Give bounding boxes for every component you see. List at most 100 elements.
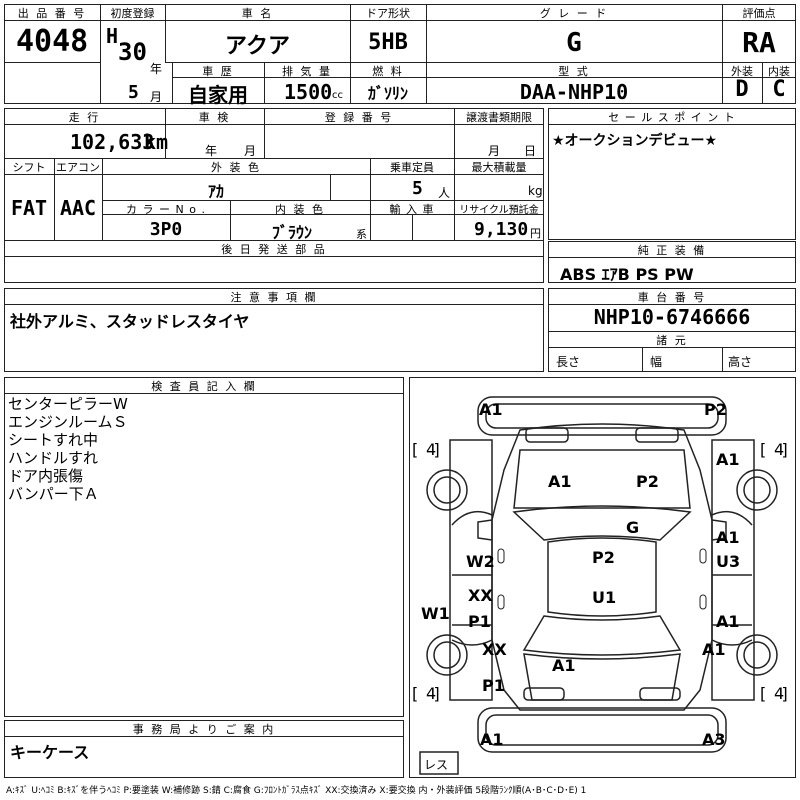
- inspector-line: センターピラーW: [8, 395, 128, 413]
- dmg-roof: P2: [592, 548, 615, 567]
- capacity-unit: 人: [438, 186, 451, 200]
- door-type: 5HB: [368, 30, 408, 55]
- grade: G: [566, 28, 582, 58]
- spec-height: 高さ: [728, 355, 753, 369]
- shift-label: シフト: [12, 161, 46, 174]
- dmg-left-quarter-lower: P1: [482, 676, 505, 695]
- inspection-label: 車 検: [198, 111, 231, 124]
- ext-color: ｱｶ: [207, 182, 224, 201]
- int-color: ﾌﾞﾗｳﾝ: [271, 223, 312, 242]
- later-parts-label: 後 日 発 送 部 品: [221, 243, 327, 256]
- displacement: 1500: [284, 80, 333, 104]
- car-diagram: [419, 396, 778, 775]
- fuel-label: 燃 料: [372, 65, 404, 78]
- mileage-unit: km: [144, 130, 169, 154]
- model-label: 型 式: [558, 65, 590, 78]
- inspector-label: 検 査 員 記 入 欄: [151, 380, 257, 393]
- recycle: 9,130: [474, 219, 529, 240]
- shift: FAT: [10, 196, 48, 220]
- int-color-label: 内 装 色: [275, 203, 325, 216]
- aircon-label: エアコン: [56, 161, 100, 174]
- reg-year: 30: [118, 38, 147, 66]
- inspector-line: エンジンルームＳ: [8, 413, 128, 431]
- ext-score: D: [735, 77, 749, 102]
- door-label: ドア形状: [366, 7, 410, 20]
- dmg-right-rear-door: A1: [716, 612, 740, 631]
- spare-tire: レス: [424, 758, 449, 772]
- lot-number: 4048: [16, 24, 89, 59]
- displacement-label: 排 気 量: [282, 65, 332, 78]
- office-note: キーケース: [10, 743, 90, 762]
- dmg-rear-left: A1: [480, 730, 504, 749]
- dmg-right-front-door-upper: A1: [716, 528, 740, 547]
- color-no: 3P0: [149, 219, 183, 240]
- dmg-windshield: G: [626, 518, 640, 537]
- lot-label: 出 品 番 号: [17, 7, 87, 20]
- sales-point: ★オークションデビュー★: [552, 133, 718, 149]
- reg-month: 5: [128, 82, 139, 103]
- mileage-label: 走 行: [68, 111, 101, 124]
- inspector-line: シートすれ中: [8, 431, 99, 449]
- legend: A:ｷｽﾞ U:ﾍｺﾐ B:ｷｽﾞを伴うﾍｺﾐ P:要塗装 W:補修跡 S:錆 …: [6, 786, 587, 796]
- dmg-hood-left: A1: [548, 472, 572, 491]
- displacement-unit: cc: [332, 90, 343, 101]
- dmg-front-left: A1: [479, 400, 503, 419]
- spec-length: 長さ: [556, 355, 581, 369]
- capacity: 5: [412, 178, 423, 199]
- office-label: 事 務 局 よ り ご 案 内: [132, 723, 276, 736]
- grade-label: グ レ ー ド: [539, 7, 609, 20]
- mileage: 102,633: [70, 130, 155, 154]
- fuel: ｶﾞｿﾘﾝ: [367, 84, 408, 103]
- dmg-trunk: A1: [552, 656, 576, 675]
- dmg-left-quarter-upper: XX: [482, 640, 507, 659]
- car-name-label: 車 名: [241, 7, 274, 20]
- notes-label: 注 意 事 項 欄: [230, 291, 318, 304]
- genuine-label: 純 正 装 備: [637, 244, 707, 257]
- inspector-line: ドア内張傷: [8, 467, 84, 485]
- inspector-line: ハンドルすれ: [8, 449, 99, 467]
- dmg-right-quarter: A1: [702, 640, 726, 659]
- notes: 社外アルミ、スタッドレスタイヤ: [10, 312, 250, 331]
- transfer-label: 譲渡書類期限: [466, 111, 532, 124]
- recycle-unit: 円: [530, 227, 541, 240]
- specs-label: 諸 元: [656, 334, 688, 347]
- score: RA: [742, 26, 776, 59]
- history: 自家用: [188, 83, 248, 107]
- ext-color-label: 外 装 色: [211, 161, 261, 174]
- transfer-day-unit: 日: [524, 144, 537, 158]
- chassis-number: NHP10-6746666: [593, 305, 751, 329]
- transfer-month-unit: 月: [488, 144, 501, 158]
- max-load-unit: kg: [528, 184, 543, 198]
- dmg-right-fender: A1: [716, 450, 740, 469]
- registration-label: 登 録 番 号: [324, 111, 394, 124]
- dmg-left-rear-door-lower: P1: [468, 612, 491, 631]
- model: DAA-NHP10: [519, 80, 629, 104]
- car-name: アクア: [225, 34, 290, 59]
- month-unit: 月: [150, 90, 163, 104]
- year-unit: 年: [150, 62, 163, 76]
- inspection-year-unit: 年: [205, 144, 218, 158]
- int-score: C: [772, 77, 786, 102]
- history-label: 車 歴: [202, 65, 234, 78]
- sales-point-label: セ ー ル ス ポ イ ン ト: [608, 111, 736, 124]
- dmg-left-rear-door-upper: XX: [468, 586, 493, 605]
- spec-width: 幅: [650, 355, 663, 369]
- era: H: [106, 24, 119, 48]
- inspector-line: バンパー下Ａ: [8, 485, 99, 503]
- capacity-label: 乗車定員: [390, 161, 434, 174]
- max-load-label: 最大積載量: [471, 161, 527, 174]
- dmg-rear-right: A3: [702, 730, 726, 749]
- aircon: AAC: [59, 196, 97, 220]
- int-color-unit: 系: [356, 228, 367, 241]
- sales-point-box: [548, 108, 796, 240]
- recycle-label: リサイクル預託金: [459, 205, 539, 216]
- dmg-front-right: P2: [704, 400, 727, 419]
- color-no-label: カ ラ ー N o .: [126, 203, 206, 216]
- dmg-hood-right: P2: [636, 472, 659, 491]
- dmg-roof-lower: U1: [592, 588, 617, 607]
- dmg-left-front-door: W2: [466, 552, 495, 571]
- dmg-left-rocker: W1: [421, 604, 450, 623]
- score-label: 評価点: [742, 7, 776, 20]
- import-label: 輸 入 車: [389, 203, 435, 216]
- first-reg-label: 初度登録: [110, 7, 155, 20]
